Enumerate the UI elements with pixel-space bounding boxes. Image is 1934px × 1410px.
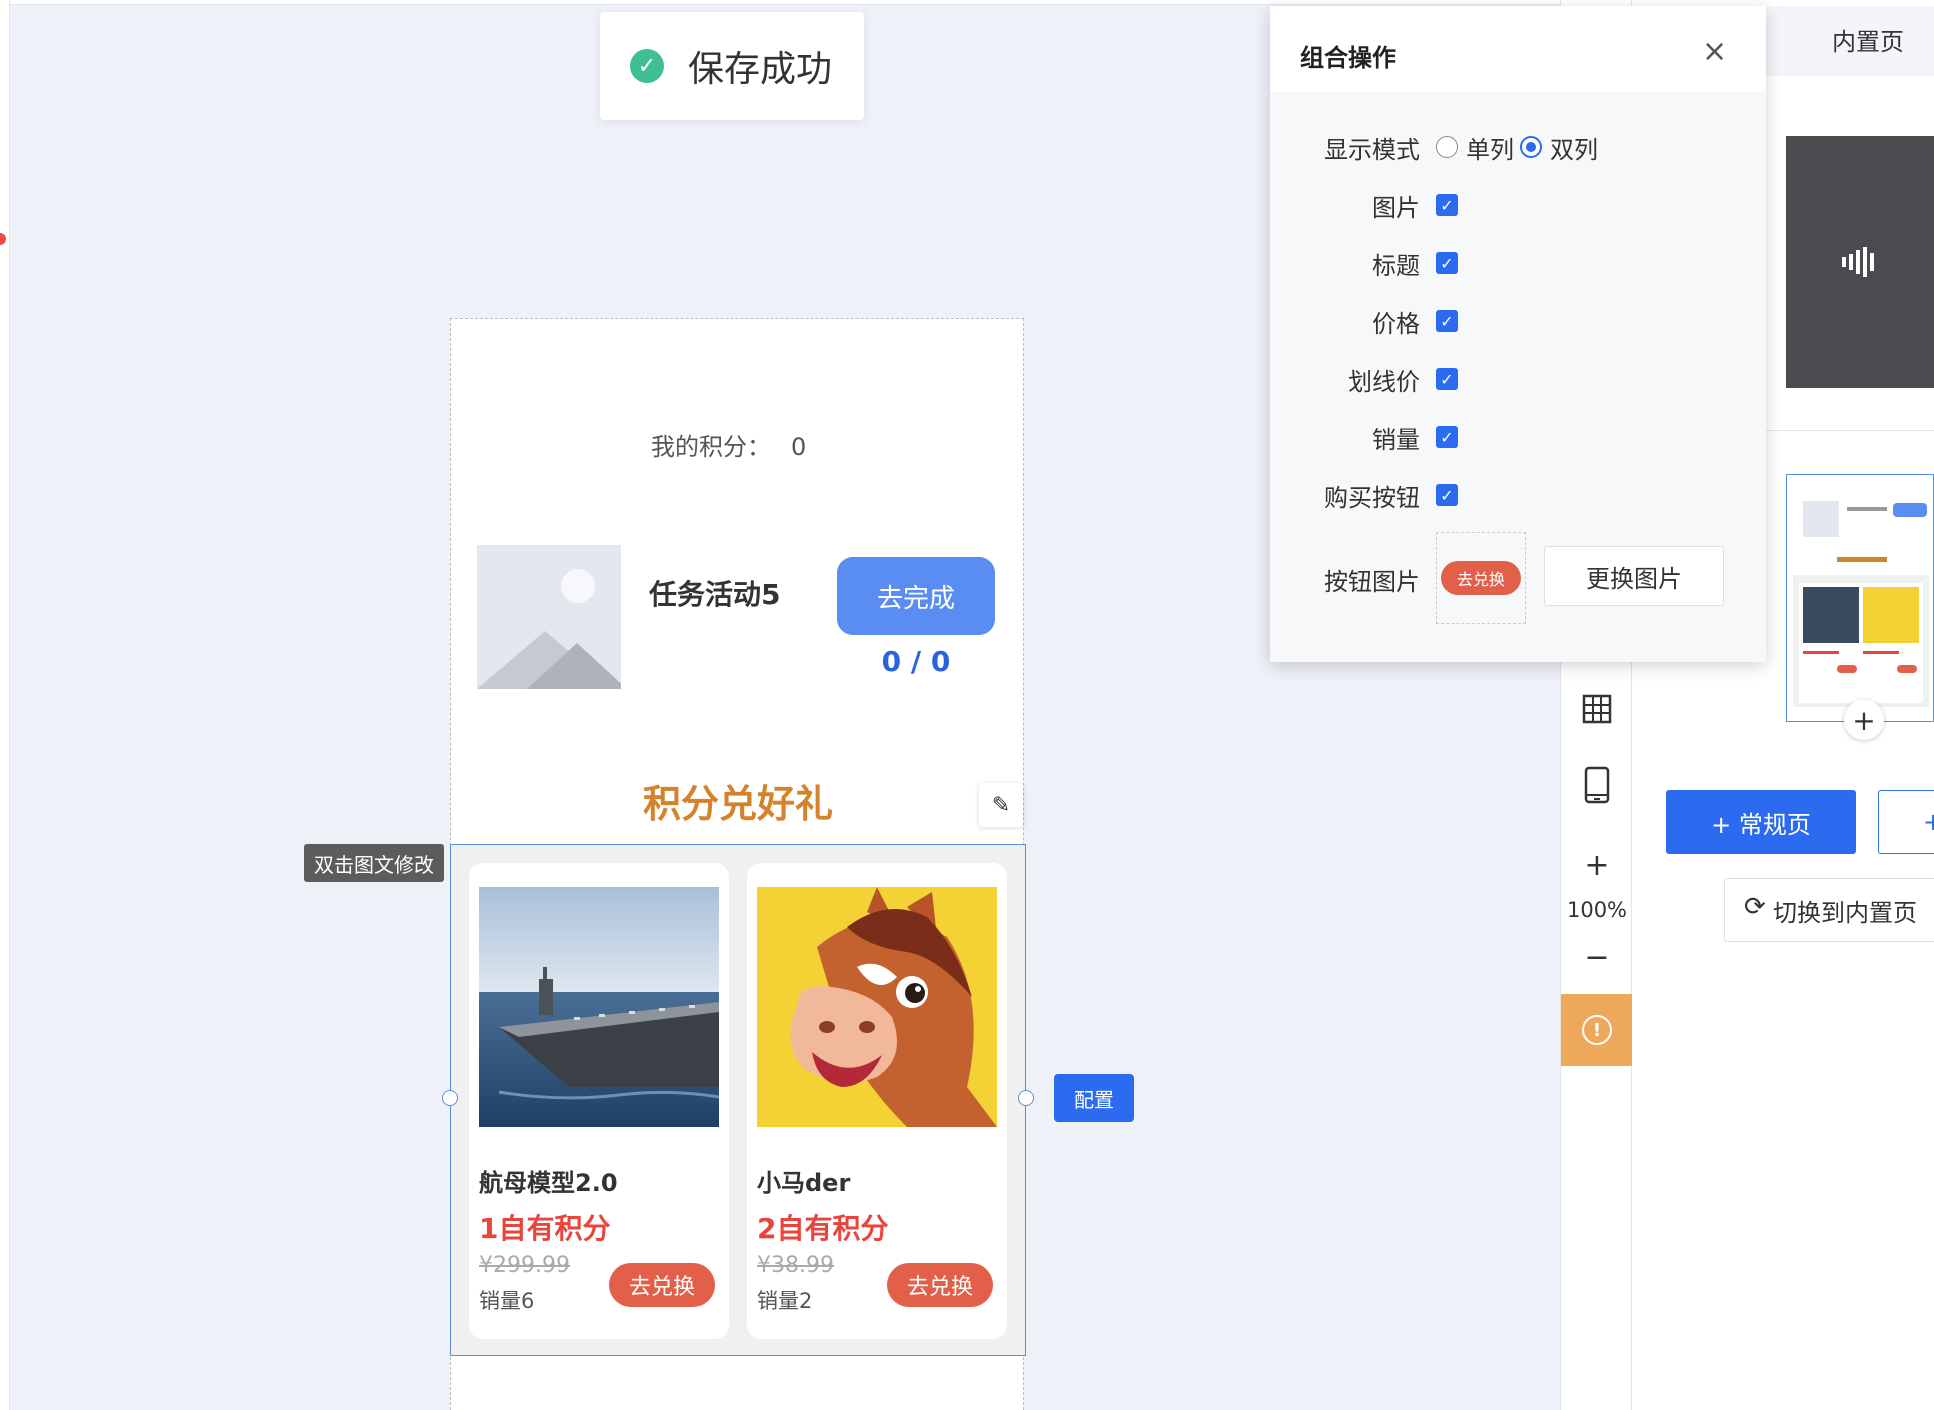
product-original-price: ¥38.99 [757,1253,834,1278]
task-complete-button[interactable]: 去完成 [837,557,995,635]
refresh-icon: ⟳ [1744,892,1766,922]
checkbox-image[interactable]: ✓ [1436,194,1458,216]
product-sales: 销量6 [479,1289,535,1313]
zoom-in-icon[interactable]: + [1561,848,1633,883]
checkbox-sales[interactable]: ✓ [1436,426,1458,448]
button-image-pill: 去兑换 [1441,561,1521,595]
add-other-page-button[interactable]: + [1878,790,1934,854]
option-label-price: 价格 [1372,310,1420,338]
double-click-hint: 双击图文修改 [304,844,444,882]
radio-double-label: 双列 [1550,136,1598,164]
product-price: 2自有积分 [757,1212,889,1245]
display-mode-label: 显示模式 [1324,136,1420,164]
audio-wave-icon [1842,247,1874,277]
option-label-strikethrough: 划线价 [1348,368,1420,396]
product-card[interactable]: 航母模型2.0 1自有积分 ¥299.99 销量6 去兑换 [469,863,729,1339]
points-value: 0 [791,433,807,461]
save-toast: ✓ 保存成功 [600,12,864,120]
switch-label: 切换到内置页 [1773,898,1917,927]
add-regular-page-button[interactable]: + 常规页 [1666,790,1856,854]
zoom-level: 100% [1566,898,1628,922]
grid-icon[interactable] [1561,694,1633,728]
mobile-preview-icon[interactable] [1561,766,1633,808]
zoom-out-icon[interactable]: − [1561,940,1633,975]
task-progress: 0 / 0 [881,645,951,678]
product-card[interactable]: 小马der 2自有积分 ¥38.99 销量2 去兑换 [747,863,1007,1339]
section-title: 积分兑好礼 [642,782,833,826]
check-circle-icon: ✓ [630,49,664,83]
modal-title: 组合操作 [1300,44,1396,72]
resize-handle-left[interactable] [442,1090,458,1106]
button-image-label: 按钮图片 [1324,568,1420,596]
product-grid[interactable]: 航母模型2.0 1自有积分 ¥299.99 销量6 去兑换 小马der 2自有积… [450,844,1026,1356]
product-name: 小马der [757,1169,851,1197]
button-image-preview[interactable]: 去兑换 [1436,532,1526,624]
points-label: 我的积分： [651,433,771,461]
add-page-icon[interactable]: + [1844,700,1884,740]
my-points-row: 我的积分： 0 [651,427,806,462]
product-sales: 销量2 [757,1289,813,1313]
page-thumbnail-current[interactable] [1786,474,1934,722]
checkbox-strikethrough[interactable]: ✓ [1436,368,1458,390]
exclamation-icon: ! [1582,1015,1612,1045]
change-image-button[interactable]: 更换图片 [1544,546,1724,606]
close-icon[interactable]: × [1702,34,1727,69]
task-title: 任务活动5 [649,578,781,611]
option-label-image: 图片 [1372,194,1420,222]
radio-single-column[interactable] [1436,136,1458,158]
product-original-price: ¥299.99 [479,1253,570,1278]
product-name: 航母模型2.0 [479,1169,618,1197]
radio-single-label: 单列 [1466,136,1514,164]
edit-pencil-icon[interactable]: ✎ [979,783,1023,827]
exchange-button[interactable]: 去兑换 [887,1263,993,1307]
resize-handle-right[interactable] [1018,1090,1034,1106]
option-label-title: 标题 [1372,252,1420,280]
config-button[interactable]: 配置 [1054,1074,1134,1122]
checkbox-buy-button[interactable]: ✓ [1436,484,1458,506]
product-image-pony [757,887,997,1127]
checkbox-price[interactable]: ✓ [1436,310,1458,332]
combo-settings-modal: 组合操作 × 显示模式 单列 双列 图片 ✓ 标题 ✓ 价格 ✓ 划线价 ✓ 销… [1270,6,1766,662]
warning-button[interactable]: ! [1561,994,1633,1066]
product-price: 1自有积分 [479,1212,611,1245]
product-image-carrier [479,887,719,1127]
checkbox-title[interactable]: ✓ [1436,252,1458,274]
left-strip [0,0,10,1410]
option-label-buy-button: 购买按钮 [1324,484,1420,512]
task-image-placeholder [477,545,621,689]
page-thumbnail-dark[interactable] [1786,136,1934,388]
toast-message: 保存成功 [688,49,833,90]
option-label-sales: 销量 [1372,426,1420,454]
radio-double-column[interactable] [1520,136,1542,158]
exchange-button[interactable]: 去兑换 [609,1263,715,1307]
tab-builtin-pages[interactable]: 内置页 [1832,22,1904,57]
